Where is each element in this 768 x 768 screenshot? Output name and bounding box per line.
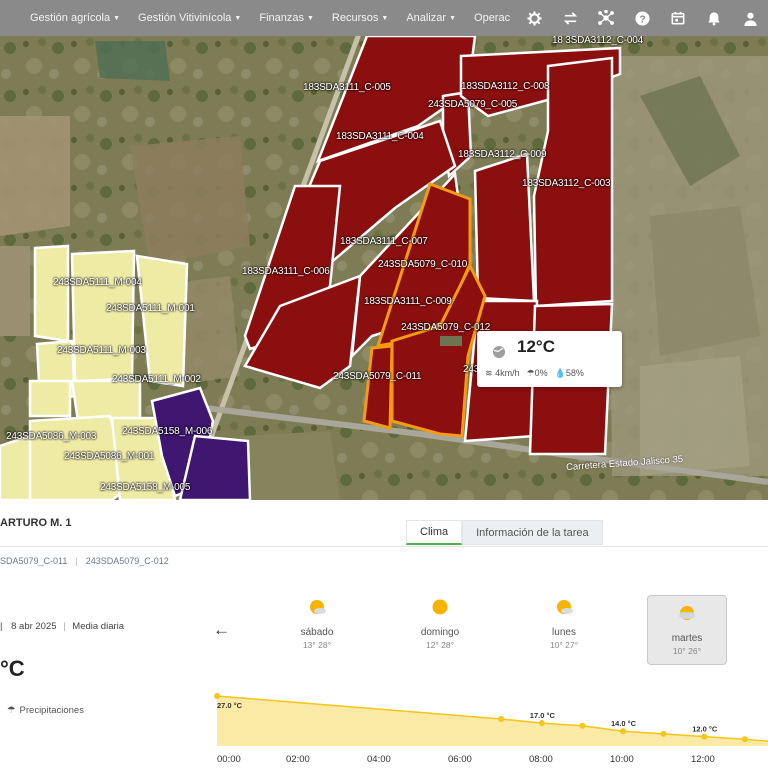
caret-down-icon: ▼ (381, 14, 389, 22)
caret-down-icon: ▼ (306, 14, 314, 22)
plot-label[interactable]: 243SDA5079_C-005 (428, 99, 517, 110)
temperature-area (217, 696, 768, 746)
plot-label[interactable]: 18 3SDA3112_C-004 (552, 36, 643, 46)
plot-label[interactable]: 183SDA3111_C-006 (242, 266, 330, 277)
x-tick-label: 04:00 (367, 754, 391, 765)
calendar-icon[interactable] (660, 11, 696, 25)
rain-stat: ☂0% (526, 368, 548, 378)
plot-label[interactable]: 243SDA5111_M-002 (112, 374, 201, 385)
swap-icon[interactable] (552, 11, 588, 26)
plot-chip[interactable]: SDA5079_C-011 (0, 556, 67, 566)
data-label: 17.0 °C (530, 711, 556, 720)
plot-label[interactable]: 243SDA5079_C-011 (333, 371, 422, 382)
user-icon[interactable] (732, 11, 768, 26)
panel-tabs: Clima Información de la tarea (406, 520, 603, 545)
precipitation-toggle[interactable]: ☂ Precipitaciones (7, 705, 84, 716)
temperature-chart: 27.0 °C 17.0 °C 14.0 °C 12.0 °C (214, 693, 768, 746)
popup-stats: ≋ 4km/h ☂0% 💧58% (485, 368, 584, 379)
selected-plots: SDA5079_C-011 | 243SDA5079_C-012 (0, 556, 169, 566)
plot-label[interactable]: 243SDA5086_M-003 (6, 431, 96, 442)
forecast-day-selected[interactable]: martes 10° 26° (647, 595, 727, 665)
plot-label[interactable]: 243SDA5111_M-003 (57, 345, 146, 356)
back-arrow-icon[interactable]: ← (213, 620, 230, 640)
panel-title: ARTURO M. 1 (0, 517, 72, 529)
popup-temperature: 12°C (517, 337, 555, 356)
plot-label[interactable]: 243SDA5111_M-001 (106, 303, 195, 314)
help-icon[interactable]: ? (624, 10, 660, 26)
data-point[interactable] (701, 733, 708, 740)
satellite-map[interactable]: 18 3SDA3112_C-004 183SDA3111_C-005 183SD… (0, 36, 768, 500)
aggregation-mode[interactable]: Media diaria (72, 621, 124, 632)
caret-down-icon: ▼ (113, 14, 121, 22)
wind-stat: ≋ 4km/h (485, 368, 520, 378)
menu-analizar[interactable]: Analizar ▼ (406, 12, 456, 24)
caret-down-icon: ▼ (449, 14, 457, 22)
data-point[interactable] (498, 716, 505, 722)
wind-icon: ≋ (485, 368, 493, 378)
data-label: 14.0 °C (611, 719, 637, 728)
plot-label[interactable]: 183SDA3111_C-009 (364, 296, 452, 307)
date-row: | 8 abr 2025 | Media diaria (0, 621, 125, 632)
menu-finanzas[interactable]: Finanzas ▼ (259, 12, 314, 24)
x-tick-label: 02:00 (286, 754, 310, 765)
umbrella-icon: ☂ (526, 368, 535, 378)
partly-cloudy-icon (648, 604, 726, 629)
plot-label[interactable]: 183SDA3111_C-004 (336, 131, 424, 142)
gear-icon[interactable] (516, 10, 552, 26)
plot-label[interactable]: 183SDA3112_C-009 (458, 149, 547, 160)
bell-icon[interactable] (696, 11, 732, 26)
divider (0, 546, 768, 547)
network-icon[interactable] (588, 10, 624, 26)
plot-label[interactable]: 243SDA5086_M-001 (64, 451, 154, 462)
weather-popup[interactable]: 12°C ≋ 4km/h ☂0% 💧58% (477, 331, 622, 387)
menu-recursos[interactable]: Recursos ▼ (332, 12, 388, 24)
plot-label[interactable]: 183SDA3112_C-003 (522, 178, 611, 189)
plot-label[interactable]: 243SDA5158_M-006 (122, 426, 212, 437)
x-tick-label: 06:00 (448, 754, 472, 765)
data-point[interactable] (214, 693, 220, 699)
toolbar-icons: ? (510, 0, 768, 36)
top-nav-bar: Gestión agrícola ▼ Gestión Vitivinícola ▼ … (0, 0, 768, 36)
data-point[interactable] (538, 720, 545, 727)
data-point[interactable] (620, 728, 626, 735)
selected-date[interactable]: 8 abr 2025 (11, 621, 56, 632)
forecast-day[interactable]: sábado 13° 28° (277, 598, 357, 650)
sun-icon (429, 599, 451, 622)
x-tick-label: 00:00 (217, 754, 241, 765)
droplets-icon: 💧 (554, 368, 566, 378)
forecast-day[interactable]: domingo 12° 28° (400, 598, 480, 650)
forecast-day[interactable]: lunes 10° 27° (524, 598, 604, 650)
plot-label[interactable]: 243SDA5158_M-005 (100, 482, 190, 493)
plot-label[interactable]: 183SDA3111_C-007 (340, 236, 428, 247)
x-tick-label: 12:00 (691, 754, 715, 765)
x-tick-label: 10:00 (610, 754, 634, 765)
partly-sunny-icon (306, 600, 328, 622)
partly-sunny-icon (553, 600, 575, 622)
tab-informacion-tarea[interactable]: Información de la tarea (462, 520, 603, 545)
data-label: 12.0 °C (692, 725, 718, 734)
plot-label[interactable]: 243SDA5111_M-004 (53, 277, 142, 288)
data-point[interactable] (741, 736, 748, 743)
detail-panel: ARTURO M. 1 Clima Información de la tare… (0, 500, 768, 768)
data-point[interactable] (660, 730, 667, 737)
x-tick-label: 08:00 (529, 754, 553, 765)
chip-separator: | (75, 556, 78, 566)
menu-gestion-vitivinicola[interactable]: Gestión Vitivinícola ▼ (138, 12, 241, 24)
humidity-stat: 💧58% (554, 368, 584, 378)
data-label: 27.0 °C (217, 701, 243, 710)
svg-text:?: ? (639, 14, 645, 25)
umbrella-icon: ☂ (7, 705, 16, 716)
plot-label[interactable]: 183SDA3112_C-008 (461, 81, 550, 92)
plot-label[interactable]: 183SDA3111_C-005 (303, 82, 391, 93)
current-temperature: °C (0, 656, 25, 681)
caret-down-icon: ▼ (234, 14, 242, 22)
data-point[interactable] (579, 722, 586, 729)
plot-chip[interactable]: 243SDA5079_C-012 (86, 556, 169, 566)
menu-gestion-agricola[interactable]: Gestión agrícola ▼ (30, 12, 120, 24)
tab-clima[interactable]: Clima (406, 520, 463, 545)
plot-label[interactable]: 243SDA5079_C-010 (378, 259, 467, 270)
